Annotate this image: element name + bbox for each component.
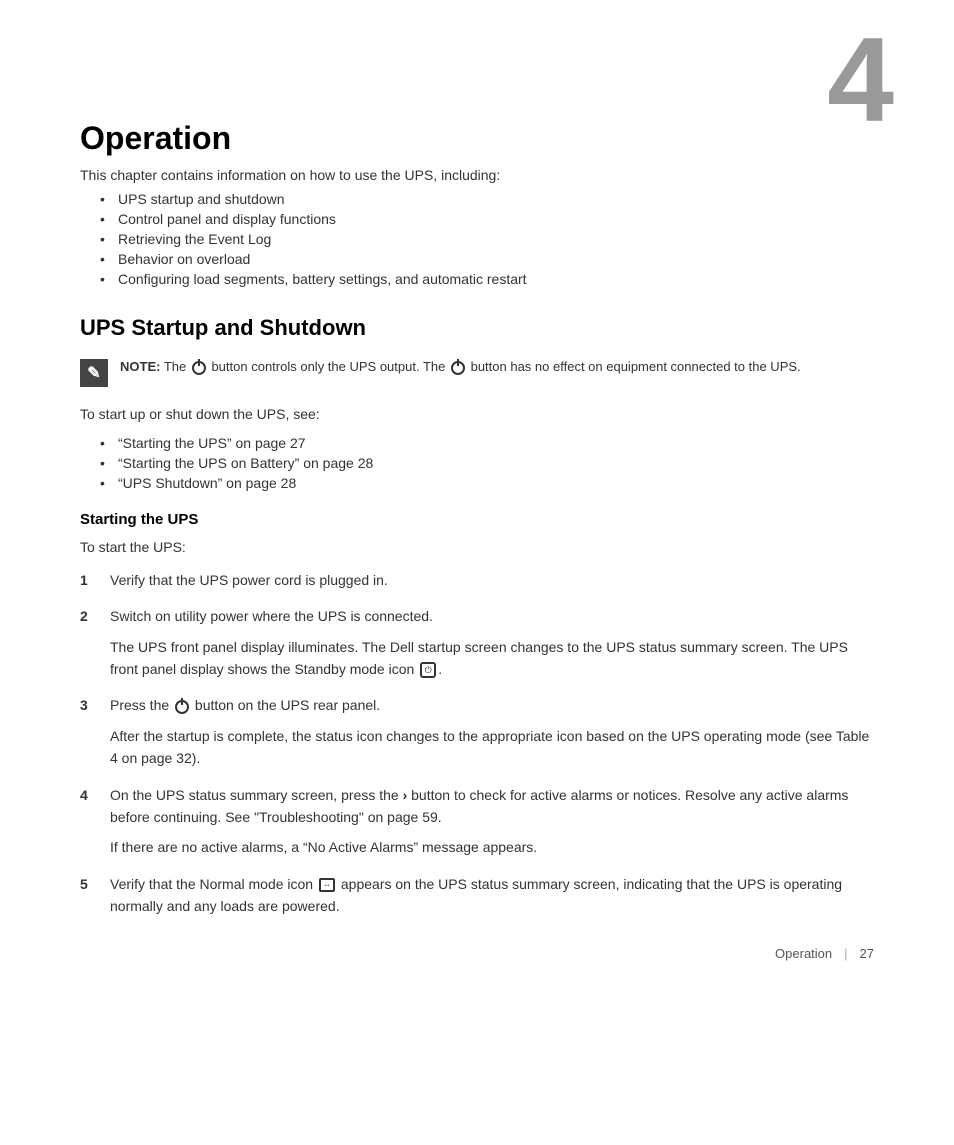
intro-text: This chapter contains information on how… (80, 167, 874, 183)
step-text-1: Verify that the UPS power cord is plugge… (110, 572, 388, 588)
list-item: “UPS Shutdown” on page 28 (100, 475, 874, 491)
standby-mode-icon: ⏻ (420, 662, 436, 678)
power-button-icon-2 (451, 361, 465, 375)
sub-section-title: Starting the UPS (80, 511, 874, 528)
step-2: 2 Switch on utility power where the UPS … (80, 605, 874, 680)
list-item: “Starting the UPS” on page 27 (100, 435, 874, 451)
step-text-2: Switch on utility power where the UPS is… (110, 608, 433, 624)
note-icon: ✎ (80, 359, 108, 387)
step-sub-3: After the startup is complete, the statu… (110, 725, 874, 770)
list-item: Configuring load segments, battery setti… (100, 271, 874, 287)
step-number-2: 2 (80, 605, 110, 627)
list-item: Behavior on overload (100, 251, 874, 267)
step-sub-4: If there are no active alarms, a “No Act… (110, 836, 874, 858)
step-4: 4 On the UPS status summary screen, pres… (80, 784, 874, 859)
footer-page: 27 (860, 946, 874, 961)
step-number-4: 4 (80, 784, 110, 806)
list-item: Retrieving the Event Log (100, 231, 874, 247)
step-number-5: 5 (80, 873, 110, 895)
note-label: NOTE: (120, 359, 160, 374)
note-text: NOTE: The button controls only the UPS o… (120, 357, 801, 377)
list-item: “Starting the UPS on Battery” on page 28 (100, 455, 874, 471)
section-title-startup: UPS Startup and Shutdown (80, 315, 874, 341)
startup-intro: To start up or shut down the UPS, see: (80, 403, 874, 425)
step-1: 1 Verify that the UPS power cord is plug… (80, 569, 874, 591)
footer-divider: | (844, 946, 847, 961)
normal-mode-icon (319, 878, 335, 892)
topic-list: UPS startup and shutdown Control panel a… (100, 191, 874, 287)
step-number-1: 1 (80, 569, 110, 591)
steps-list: 1 Verify that the UPS power cord is plug… (80, 569, 874, 918)
step-5: 5 Verify that the Normal mode icon appea… (80, 873, 874, 918)
startup-links: “Starting the UPS” on page 27 “Starting … (100, 435, 874, 491)
sub-section-intro: To start the UPS: (80, 536, 874, 558)
page-title: Operation (80, 120, 874, 157)
chapter-number: 4 (827, 20, 894, 140)
note-box: ✎ NOTE: The button controls only the UPS… (80, 357, 874, 387)
footer: Operation | 27 (0, 946, 954, 961)
step-sub-2: The UPS front panel display illuminates.… (110, 636, 874, 681)
list-item: UPS startup and shutdown (100, 191, 874, 207)
footer-label: Operation (775, 946, 832, 961)
power-button-icon-3 (175, 700, 189, 714)
step-number-3: 3 (80, 694, 110, 716)
power-button-icon-1 (192, 361, 206, 375)
list-item: Control panel and display functions (100, 211, 874, 227)
step-3: 3 Press the button on the UPS rear panel… (80, 694, 874, 769)
